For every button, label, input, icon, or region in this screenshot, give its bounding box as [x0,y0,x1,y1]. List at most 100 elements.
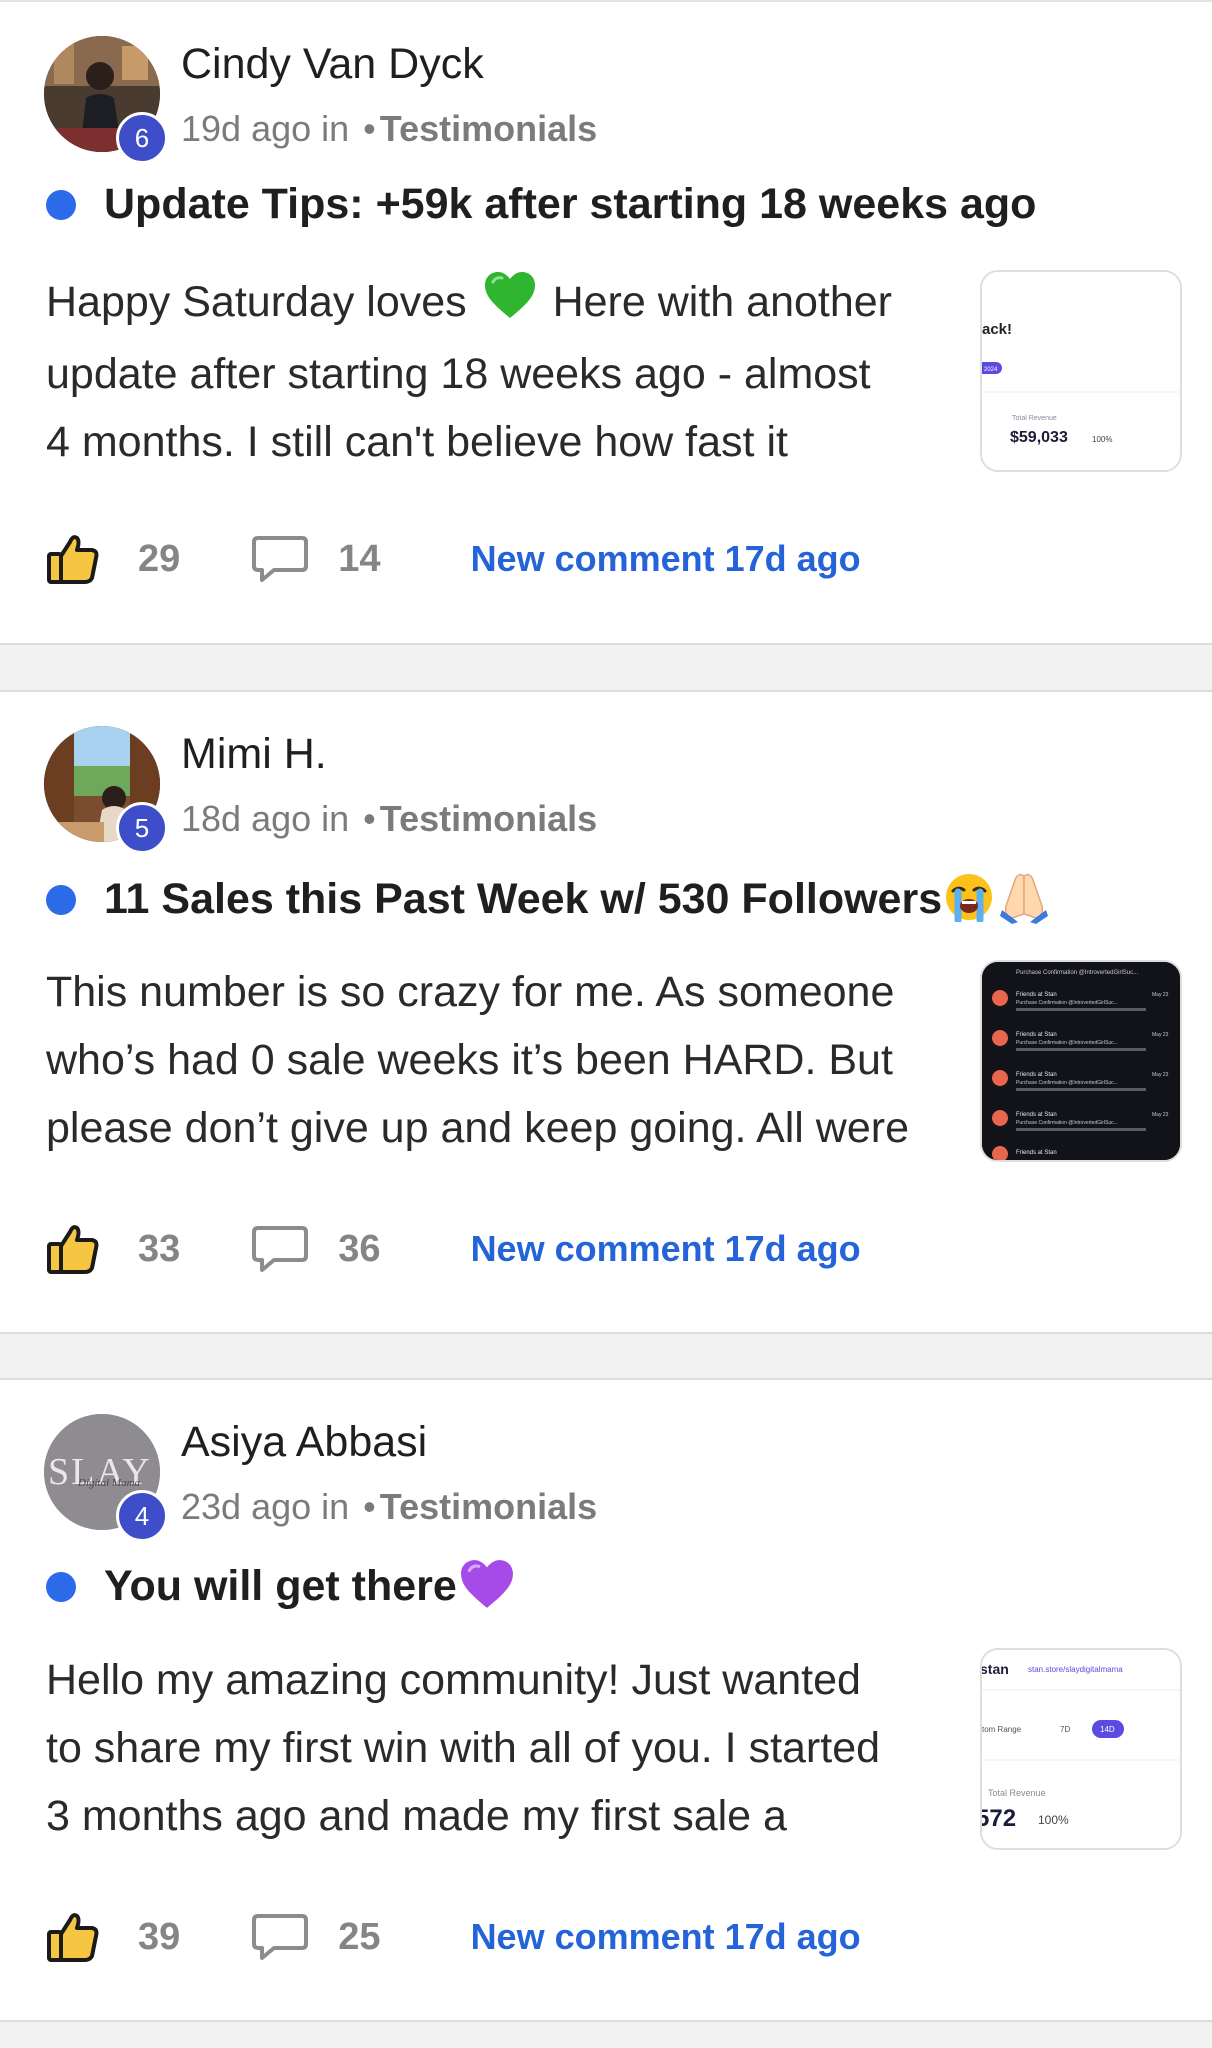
author-name[interactable]: Mimi H. [181,730,327,779]
post-excerpt[interactable]: This number is so crazy for me. As someo… [46,958,946,1162]
author-name[interactable]: Asiya Abbasi [181,1418,427,1467]
author-name[interactable]: Cindy Van Dyck [181,40,484,89]
meta-separator: • [363,108,376,149]
svg-text:Friends at Stan: Friends at Stan [1016,992,1057,998]
post-actions: 33 36 New comment 17d ago [46,1222,861,1276]
thumb-label: Total Revenue [988,1788,1046,1798]
post-actions: 39 25 New comment 17d ago [46,1910,861,1964]
comment-icon[interactable] [252,534,309,584]
green-heart-icon [483,270,537,340]
like-count: 39 [138,1915,181,1958]
thumb-brand: stan [982,1661,1009,1677]
svg-text:Friends at Stan: Friends at Stan [1016,1112,1057,1118]
svg-text:Purchase Confirmation @Introve: Purchase Confirmation @IntrovertedGirlSu… [1016,1080,1118,1086]
post-title-row[interactable]: 11 Sales this Past Week w/ 530 Followers [46,870,1050,929]
post-card[interactable]: 6 Cindy Van Dyck 19d ago in • Testimonial… [0,0,1212,645]
level-badge: 5 [116,802,168,854]
folded-hands-icon [998,870,1050,929]
like-count: 29 [138,537,181,580]
meta-separator: • [363,798,376,839]
excerpt-line: Hello my amazing community! Just wanted [46,1656,861,1704]
post-actions: 29 14 New comment 17d ago [46,532,861,586]
post-thumbnail[interactable]: Purchase Confirmation @IntrovertedGirlSu… [980,960,1182,1162]
thumbs-up-icon[interactable] [46,532,100,586]
excerpt-text: Here with another [552,278,892,326]
thumbs-up-icon[interactable] [46,1910,100,1964]
post-time: 19d ago in [181,108,350,149]
thumb-value: $59,033 [1010,429,1068,446]
comment-icon[interactable] [252,1224,309,1274]
thumb-url: stan.store/slaydigitalmama [1028,1665,1123,1674]
new-comment-link[interactable]: New comment 17d ago [471,538,861,580]
post-excerpt[interactable]: Happy Saturday loves Here with another u… [46,268,946,476]
thumb-badge: 2024 [984,367,998,373]
svg-text:Friends at Stan: Friends at Stan [1016,1032,1057,1038]
level-badge: 4 [116,1490,168,1542]
svg-text:May 23: May 23 [1152,992,1169,998]
author-avatar[interactable]: 6 [44,36,168,164]
post-meta: 19d ago in • Testimonials [181,108,597,150]
author-avatar[interactable]: SLAY Digital Mama 4 [44,1414,168,1542]
svg-text:Digital Mama: Digital Mama [77,1477,141,1489]
thumb-range-7d: 7D [1060,1725,1070,1734]
category-link[interactable]: Testimonials [380,108,597,149]
svg-text:Purchase Confirmation @Introve: Purchase Confirmation @IntrovertedGirlSu… [1016,1000,1118,1006]
svg-text:Purchase Confirmation @Introve: Purchase Confirmation @IntrovertedGirlSu… [1016,970,1138,976]
purple-heart-icon [459,1558,515,1615]
post-title[interactable]: You will get there [104,1562,457,1611]
unread-dot-icon [46,1571,76,1602]
comment-count: 14 [338,537,381,580]
author-avatar[interactable]: 5 [44,726,168,854]
post-thumbnail[interactable]: ack! 2024 Total Revenue $59,033 100% [980,270,1182,472]
post-title[interactable]: 11 Sales this Past Week w/ 530 Followers [104,875,942,924]
svg-text:Friends at Stan: Friends at Stan [1016,1150,1057,1156]
svg-text:Purchase Confirmation @Introve: Purchase Confirmation @IntrovertedGirlSu… [1016,1120,1118,1126]
excerpt-line: who’s had 0 sale weeks it’s been HARD. B… [46,1036,893,1084]
excerpt-line: 4 months. I still can't believe how fast… [46,417,788,466]
excerpt-line: to share my first win with all of you. I… [46,1724,881,1772]
crying-face-icon [944,872,994,927]
thumbs-up-icon[interactable] [46,1222,100,1276]
category-link[interactable]: Testimonials [380,798,597,839]
comment-count: 25 [338,1915,381,1958]
svg-text:May 23: May 23 [1152,1112,1169,1118]
comment-count: 36 [338,1227,381,1270]
excerpt-line: update after starting 18 weeks ago - alm… [46,349,871,398]
thumb-range-label: tom Range [982,1725,1022,1734]
unread-dot-icon [46,189,76,220]
thumb-label: Total Revenue [1012,415,1057,422]
excerpt-line: 3 months ago and made my first sale a [46,1792,787,1840]
thumb-notification: Purchase Confirmation @IntrovertedGirlSu… [1016,970,1138,976]
thumb-percent: 100% [1092,435,1112,444]
category-link[interactable]: Testimonials [380,1486,597,1527]
new-comment-link[interactable]: New comment 17d ago [471,1228,861,1270]
post-card[interactable]: 5 Mimi H. 18d ago in • Testimonials 11 Sa… [0,690,1212,1334]
svg-text:May 23: May 23 [1152,1072,1169,1078]
thumb-percent: 100% [1038,1813,1069,1827]
post-title-row[interactable]: You will get there [46,1558,515,1615]
svg-text:May 23: May 23 [1152,1032,1169,1038]
comment-icon[interactable] [252,1912,309,1962]
excerpt-text: Happy Saturday loves [46,278,467,326]
post-thumbnail[interactable]: stan stan.store/slaydigitalmama tom Rang… [980,1648,1182,1850]
thumb-header: ack! [982,321,1012,338]
svg-text:Purchase Confirmation @Introve: Purchase Confirmation @IntrovertedGirlSu… [1016,1040,1118,1046]
post-title[interactable]: Update Tips: +59k after starting 18 week… [104,180,1036,229]
level-badge: 6 [116,112,168,164]
thumb-range-14d: 14D [1100,1725,1115,1734]
post-meta: 23d ago in • Testimonials [181,1486,597,1528]
excerpt-line: This number is so crazy for me. As someo… [46,968,895,1016]
post-excerpt[interactable]: Hello my amazing community! Just wanted … [46,1646,946,1850]
like-count: 33 [138,1227,181,1270]
unread-dot-icon [46,884,76,915]
thumb-value: 572 [982,1805,1016,1832]
excerpt-line: please don’t give up and keep going. All… [46,1104,910,1152]
post-time: 18d ago in [181,798,350,839]
new-comment-link[interactable]: New comment 17d ago [471,1916,861,1958]
meta-separator: • [363,1486,376,1527]
post-time: 23d ago in [181,1486,350,1527]
post-meta: 18d ago in • Testimonials [181,798,597,840]
svg-text:Friends at Stan: Friends at Stan [1016,1072,1057,1078]
post-title-row[interactable]: Update Tips: +59k after starting 18 week… [46,180,1036,229]
post-card[interactable]: SLAY Digital Mama 4 Asiya Abbasi 23d ago… [0,1378,1212,2022]
